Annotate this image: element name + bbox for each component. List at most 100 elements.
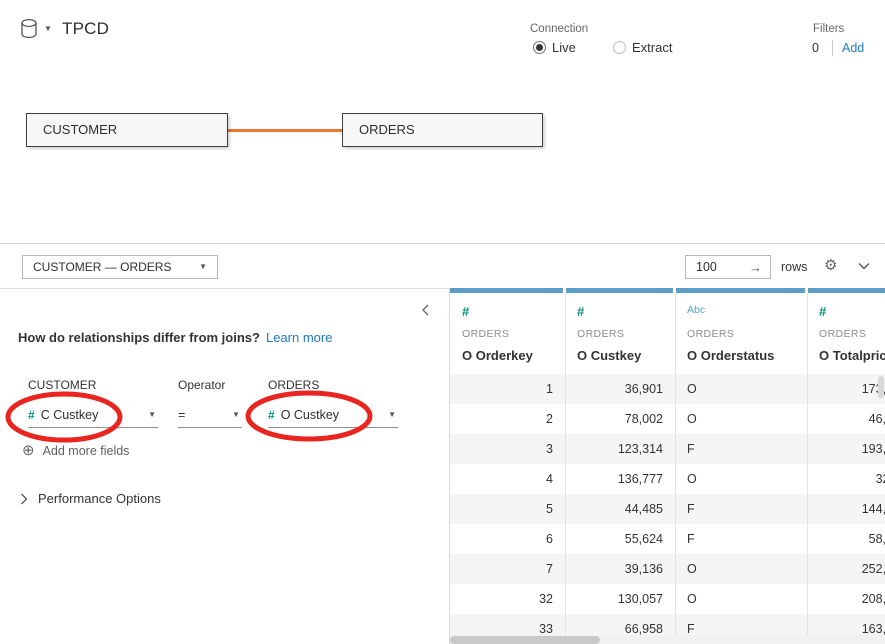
relationships-help-text: How do relationships differ from joins?L… <box>18 330 332 345</box>
tableau-data-source-page: ▼ TPCD Connection Live Extract Filters 0… <box>0 0 885 644</box>
panel-top-border <box>0 243 885 244</box>
cell-totalprice: 252,0 <box>807 554 885 584</box>
chevron-down-icon: ▼ <box>388 411 396 419</box>
table-row: 3 123,314 F 193,8 <box>450 434 885 464</box>
cell-orderstatus: O <box>675 584 807 614</box>
cell-orderkey: 32 <box>450 584 565 614</box>
add-more-fields-button[interactable]: ⊕ Add more fields <box>22 443 129 458</box>
cell-orderkey: 1 <box>450 374 565 404</box>
grid-options-chevron-icon[interactable] <box>858 262 870 270</box>
page-title: TPCD <box>62 19 109 39</box>
extract-radio[interactable]: Extract <box>613 40 672 55</box>
number-icon: # <box>462 304 468 319</box>
number-icon: # <box>268 408 274 422</box>
relationship-selector-label: CUSTOMER — ORDERS <box>33 260 171 274</box>
apply-rows-arrow-icon[interactable]: → <box>749 260 762 275</box>
vertical-scrollbar-thumb[interactable] <box>878 376 884 398</box>
add-filter-button[interactable]: Add <box>842 41 864 55</box>
extract-radio-label: Extract <box>632 40 672 55</box>
add-more-fields-label: Add more fields <box>43 444 130 458</box>
performance-options-toggle[interactable]: Performance Options <box>20 491 161 506</box>
chevron-down-icon: ▼ <box>199 263 207 271</box>
cell-totalprice: 32, <box>807 464 885 494</box>
gear-icon[interactable]: ⚙ <box>824 256 837 274</box>
cell-totalprice: 58,7 <box>807 524 885 554</box>
cell-custkey: 39,136 <box>565 554 675 584</box>
data-preview-grid: # ORDERS O Orderkey # ORDERS O Custkey A… <box>450 288 885 644</box>
number-icon: # <box>28 408 34 422</box>
relationship-selector[interactable]: CUSTOMER — ORDERS ▼ <box>22 255 218 279</box>
column-separator <box>565 293 566 640</box>
cell-orderkey: 4 <box>450 464 565 494</box>
cell-totalprice: 208,6 <box>807 584 885 614</box>
live-radio[interactable]: Live <box>533 40 576 55</box>
cell-custkey: 44,485 <box>565 494 675 524</box>
cell-custkey: 55,624 <box>565 524 675 554</box>
column-name: O Totalprice <box>819 348 885 363</box>
database-icon <box>20 17 40 41</box>
radio-selected-icon <box>533 41 546 54</box>
column-header-custkey[interactable]: # ORDERS O Custkey <box>565 293 675 374</box>
cell-orderstatus: F <box>675 524 807 554</box>
cell-custkey: 123,314 <box>565 434 675 464</box>
cell-custkey: 36,901 <box>565 374 675 404</box>
operator-value: = <box>178 408 185 422</box>
cell-orderkey: 5 <box>450 494 565 524</box>
table-row: 7 39,136 O 252,0 <box>450 554 885 584</box>
cell-orderstatus: O <box>675 404 807 434</box>
relationship-noodle[interactable] <box>228 129 342 132</box>
table-row: 5 44,485 F 144,6 <box>450 494 885 524</box>
column-source: ORDERS <box>819 328 866 340</box>
rows-label: rows <box>781 260 807 274</box>
learn-more-link[interactable]: Learn more <box>266 330 332 345</box>
filters-label: Filters <box>813 23 844 35</box>
column-name: O Orderkey <box>462 348 533 363</box>
plus-circle-icon: ⊕ <box>22 443 35 458</box>
chevron-down-icon: ▼ <box>148 411 156 419</box>
collapse-pane-chevron-icon[interactable] <box>421 304 437 320</box>
table-row: 32 130,057 O 208,6 <box>450 584 885 614</box>
right-field-value: O Custkey <box>281 408 339 422</box>
cell-orderkey: 2 <box>450 404 565 434</box>
number-icon: # <box>577 304 583 319</box>
cell-orderstatus: F <box>675 494 807 524</box>
operator-label: Operator <box>178 378 225 392</box>
column-separator <box>675 293 676 640</box>
table-row: 1 36,901 O 173,6 <box>450 374 885 404</box>
cell-custkey: 130,057 <box>565 584 675 614</box>
cell-orderkey: 7 <box>450 554 565 584</box>
right-table-label: ORDERS <box>268 378 319 392</box>
cell-orderstatus: O <box>675 554 807 584</box>
column-separator <box>807 293 808 640</box>
row-count-value: 100 <box>696 260 717 274</box>
chevron-down-icon: ▼ <box>232 411 240 419</box>
cell-orderkey: 3 <box>450 434 565 464</box>
right-field-dropdown[interactable]: # O Custkey ▼ <box>268 402 398 428</box>
table-row: 4 136,777 O 32, <box>450 464 885 494</box>
connection-label: Connection <box>530 23 588 35</box>
left-field-dropdown[interactable]: # C Custkey ▼ <box>28 402 158 428</box>
cell-orderstatus: O <box>675 374 807 404</box>
column-header-totalprice[interactable]: # ORDERS O Totalprice <box>807 293 885 374</box>
database-menu[interactable]: ▼ <box>20 17 52 41</box>
left-field-value: C Custkey <box>41 408 99 422</box>
filters-divider <box>832 40 833 56</box>
column-header-orderkey[interactable]: # ORDERS O Orderkey <box>450 293 565 374</box>
horizontal-scrollbar-thumb[interactable] <box>450 636 600 644</box>
table-row: 2 78,002 O 46,9 <box>450 404 885 434</box>
canvas-table-customer[interactable]: CUSTOMER <box>26 113 228 147</box>
column-header-orderstatus[interactable]: Abc ORDERS O Orderstatus <box>675 293 807 374</box>
canvas-table-orders[interactable]: ORDERS <box>342 113 543 147</box>
column-source: ORDERS <box>687 328 734 340</box>
operator-dropdown[interactable]: = ▼ <box>178 402 242 428</box>
row-count-input[interactable]: 100 → <box>685 255 771 279</box>
cell-orderstatus: F <box>675 434 807 464</box>
radio-unselected-icon <box>613 41 626 54</box>
cell-totalprice: 173,6 <box>807 374 885 404</box>
cell-totalprice: 193,8 <box>807 434 885 464</box>
column-name: O Custkey <box>577 348 641 363</box>
left-table-label: CUSTOMER <box>28 378 96 392</box>
cell-orderstatus: O <box>675 464 807 494</box>
column-source: ORDERS <box>462 328 509 340</box>
column-name: O Orderstatus <box>687 348 774 363</box>
